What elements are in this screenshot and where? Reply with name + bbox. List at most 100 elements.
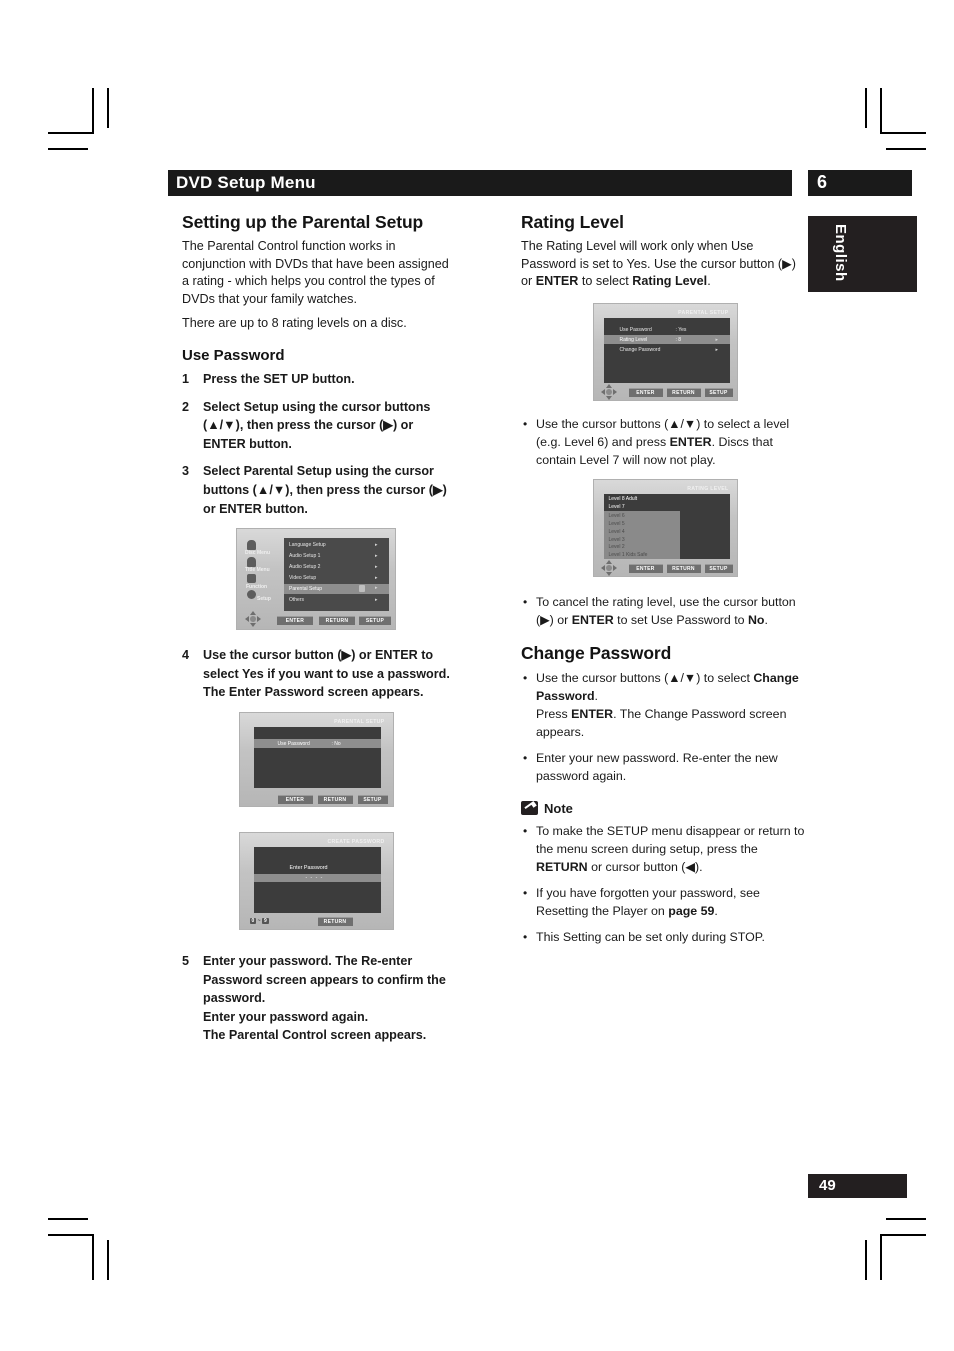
step-3-text: Select Parental Setup using the cursor b… [203,464,447,516]
page-number: 49 [819,1177,836,1194]
parental-setup-yes-caption: PARENTAL SETUP [678,309,729,316]
menu-item-video-setup[interactable]: Video Setup [289,575,385,581]
button-return[interactable]: RETURN [666,563,701,573]
page-number-box: 49 [808,1174,907,1198]
number-key-range-indicator: 0 ~ 9 [249,917,269,924]
step-1-text: Press the SET UP button. [203,371,355,386]
parental-setup-caption: PARENTAL SETUP [334,718,385,725]
level-item-2[interactable]: Level 2 [609,544,625,550]
row-use-password-value: : No [331,740,341,747]
dpad-icon [600,383,617,400]
row-use-password-highlight[interactable] [253,738,381,748]
button-return[interactable]: RETURN [666,387,701,397]
sidebar-item-disc-menu[interactable]: Disc Menu [245,550,270,556]
button-setup[interactable]: SETUP [704,387,733,397]
step-1: 1 Press the SET UP button. [182,370,450,389]
step-5-number: 5 [182,953,190,968]
title-menu-icon [247,557,256,568]
number-key-to: 9 [261,917,269,924]
button-return[interactable]: RETURN [317,916,353,926]
menu-item-others[interactable]: Others [289,597,385,603]
level-item-5[interactable]: Level 5 [609,521,625,527]
button-setup[interactable]: SETUP [704,563,733,573]
setup-gear-icon [247,590,256,600]
level-item-4[interactable]: Level 4 [609,529,625,535]
rating-level-caption: RATING LEVEL [687,485,729,492]
subsection-title-use-password: Use Password [182,346,285,364]
level-item-3[interactable]: Level 3 [609,537,625,543]
function-icon [247,574,256,584]
manual-page: DVD Setup Menu 6 English 49 Setting up t… [0,0,954,1351]
bullet-change-password: Use the cursor buttons (▲/▼) to select C… [521,669,809,741]
level-item-7[interactable]: Level 7 [609,504,625,510]
menu-item-language-setup[interactable]: Language Setup [289,542,385,548]
crop-mark-top-left [48,88,112,150]
intro-paragraph-2: There are up to 8 rating levels on a dis… [182,316,407,331]
menu-item-audio-setup-2[interactable]: Audio Setup 2 [289,564,385,570]
rating-level-intro: The Rating Level will work only when Use… [521,239,796,289]
lock-icon [359,585,365,593]
note-item-3: This Setting can be set only during STOP… [521,928,809,946]
number-key-from: 0 [249,917,257,924]
section-title-rating-level: Rating Level [521,212,624,232]
chevron-right-icon-4: ▸ [375,585,378,592]
button-enter[interactable]: ENTER [277,616,313,626]
row-use-password-label: Use Password [619,326,652,333]
button-setup[interactable]: SETUP [359,616,391,626]
disc-menu-icon [247,540,256,551]
bullet-cancel-rating: To cancel the rating level, use the curs… [521,593,809,629]
pencil-note-icon [521,801,538,816]
button-enter[interactable]: ENTER [277,794,313,804]
language-tab: English [808,216,917,292]
step-5-text: Enter your password. The Re-enter Passwo… [203,953,446,1043]
button-return[interactable]: RETURN [319,616,355,626]
level-item-8[interactable]: Level 8 Adult [609,496,638,502]
level-item-6[interactable]: Level 6 [609,513,625,519]
sidebar-item-title-menu[interactable]: Title Menu [245,567,270,573]
chevron-right-icon-3: ▸ [375,575,378,582]
button-setup[interactable]: SETUP [357,794,388,804]
intro-paragraph-1: The Parental Control function works in c… [182,239,449,306]
create-password-caption: CREATE PASSWORD [327,838,385,845]
chapter-number-box: 6 [808,170,912,196]
chevron-right-icon-1: ▸ [375,553,378,560]
create-password-prompt: Enter Password [289,864,328,871]
menu-item-audio-setup-1[interactable]: Audio Setup 1 [289,553,385,559]
step-4-text: Use the cursor button (▶) or ENTER to se… [203,648,450,700]
button-enter[interactable]: ENTER [628,563,663,573]
step-1-number: 1 [182,371,190,386]
page-title: DVD Setup Menu [176,173,316,192]
screenshot-parental-setup-no: PARENTAL SETUP Use Password : No ENTER R… [238,711,394,807]
button-return[interactable]: RETURN [317,794,353,804]
note-item-1: To make the SETUP menu disappear or retu… [521,822,809,876]
dpad-icon [245,611,261,628]
step-5: 5 Enter your password. The Re-enter Pass… [182,952,450,1045]
sidebar-item-setup[interactable]: Setup [257,596,271,602]
page-header-bar: DVD Setup Menu [168,170,792,196]
step-3: 3 Select Parental Setup using the cursor… [182,462,450,518]
language-tab-label: English [832,224,849,282]
chevron-right-icon-0: ▸ [375,542,378,549]
parental-setup-panel [253,726,381,788]
row-change-password-label[interactable]: Change Password [620,347,661,353]
step-2-number: 2 [182,399,190,414]
button-enter[interactable]: ENTER [628,387,663,397]
bullet-select-level: Use the cursor buttons (▲/▼) to select a… [521,415,809,469]
chevron-right-icon-2: ▸ [375,564,378,571]
menu-item-parental-setup-highlighted[interactable]: Parental Setup [284,584,389,595]
chevron-right-icon-rating: ▸ [715,336,719,343]
level-item-1[interactable]: Level 1 Kids Safe [609,552,648,558]
step-4-number: 4 [182,648,190,663]
row-use-password-value: : Yes [675,326,687,333]
step-3-number: 3 [182,464,190,479]
chevron-right-icon-change: ▸ [715,346,719,353]
note-item-2: If you have forgotten your password, see… [521,884,809,920]
section-title-parental-setup: Setting up the Parental Setup [182,212,424,232]
chevron-right-icon-5: ▸ [375,597,378,604]
step-2-text: Select Setup using the cursor buttons (▲… [203,399,431,451]
crop-mark-bottom-right [862,1218,926,1280]
row-use-password-label: Use Password [277,740,310,747]
left-column: Setting up the Parental Setup The Parent… [182,212,450,1054]
crop-mark-bottom-left [48,1218,112,1280]
step-4: 4 Use the cursor button (▶) or ENTER to … [182,646,450,702]
